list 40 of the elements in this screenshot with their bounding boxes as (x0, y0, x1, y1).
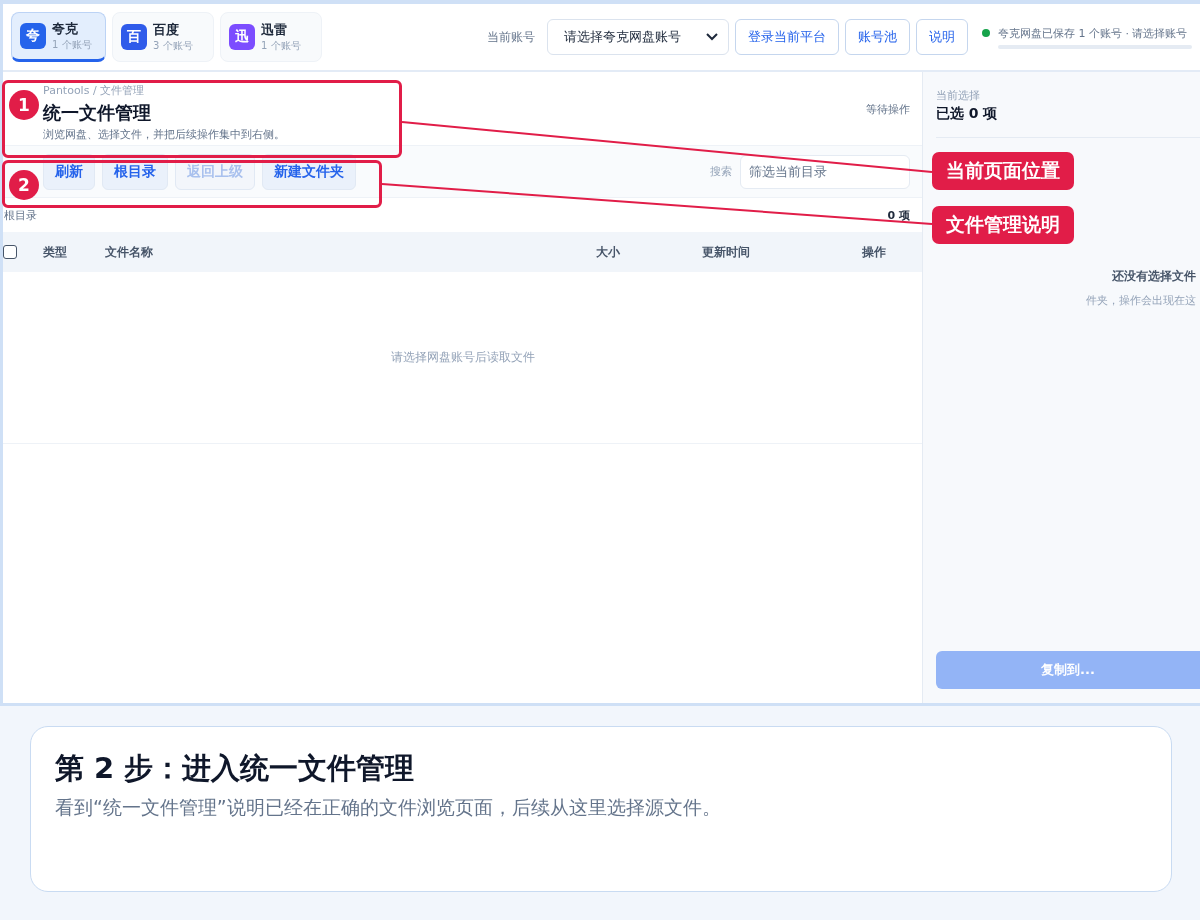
callout-label: 文件管理说明 (932, 206, 1074, 244)
column-header: 更新时间 (702, 243, 751, 261)
item-count: 0 项 (887, 207, 910, 223)
current-path: 根目录 (4, 207, 37, 223)
platform-name: 百度 (153, 21, 180, 39)
column-header: 操作 (862, 243, 887, 261)
account-count: 1 个账号 (261, 39, 301, 53)
platform-icon: 夸 (20, 23, 46, 49)
account-label: 当前账号 (487, 28, 535, 46)
step-description: 看到“统一文件管理”说明已经在正确的文件浏览页面，后续从这里选择源文件。 (55, 795, 722, 820)
header-button[interactable]: 登录当前平台 (735, 19, 839, 55)
column-header: 大小 (596, 243, 621, 261)
step-badge: 1 (9, 90, 39, 120)
chevron-icon (706, 33, 718, 41)
search-field[interactable]: 筛选当前目录 (740, 154, 910, 189)
search-label: 搜索 (710, 164, 732, 179)
platform-name: 夸克 (52, 20, 79, 38)
breadcrumb: Pantools / 文件管理 (43, 84, 146, 97)
header-button[interactable]: 说明 (916, 19, 968, 55)
platform-name: 迅雷 (261, 21, 288, 39)
step-title: 第 2 步：进入统一文件管理 (55, 750, 416, 787)
column-header: 类型 (43, 243, 68, 261)
selection-label: 当前选择 (936, 88, 981, 103)
platform-icon: 百 (121, 24, 147, 50)
empty-hint: 件夹，操作会出现在这 (1086, 293, 1196, 308)
empty-message: 请选择网盘账号后读取文件 (390, 349, 535, 366)
select-all-checkbox[interactable] (3, 245, 17, 259)
platform-icon: 迅 (229, 24, 255, 50)
header-button[interactable]: 账号池 (845, 19, 910, 55)
status-text: 夸克网盘已保存 1 个账号 · 请选择账号 (998, 25, 1188, 41)
empty-title: 还没有选择文件 (1112, 268, 1196, 285)
page-title: 统一文件管理 (43, 101, 152, 125)
account-count: 3 个账号 (153, 39, 193, 53)
selection-count: 已选 0 项 (936, 105, 1200, 138)
account-count: 1 个账号 (52, 38, 92, 52)
callout-label: 当前页面位置 (932, 152, 1074, 190)
page-description: 浏览网盘、选择文件，并把后续操作集中到右侧。 (43, 127, 285, 142)
column-header: 文件名称 (105, 243, 154, 261)
account-select[interactable]: 请选择夸克网盘账号 (547, 19, 729, 55)
status-label: 等待操作 (866, 102, 910, 118)
